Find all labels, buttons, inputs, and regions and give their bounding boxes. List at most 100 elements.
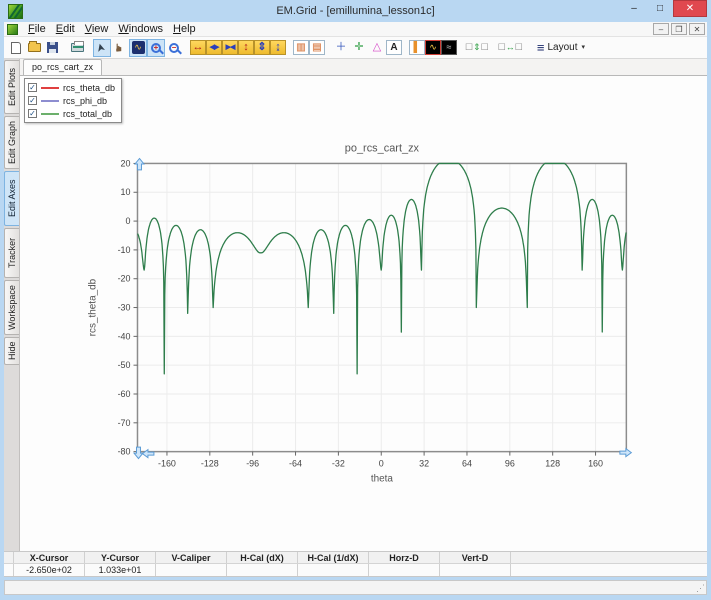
plot-cursor-icon: ▌: [413, 43, 420, 53]
y-tick-label: -50: [118, 360, 131, 370]
chevron-down-icon: ▾: [581, 44, 585, 51]
cursor-col-value: [156, 564, 227, 576]
fit-x-icon: ▶◀: [226, 44, 235, 51]
x-tick-label: -128: [201, 459, 219, 469]
cursor-col-value: [440, 564, 511, 576]
text-tool-icon: A: [390, 43, 397, 53]
rcs-chart[interactable]: -160-128-96-64-32032649612816020100-10-2…: [20, 76, 707, 551]
document-tab-bar: po_rcs_cart_zx: [20, 59, 707, 76]
dark-plot-button[interactable]: ∿: [425, 40, 441, 55]
legend-label: rcs_phi_db: [63, 96, 107, 106]
shrink-y-button[interactable]: ⇕: [254, 40, 270, 55]
dark-multiplot-button[interactable]: ≈: [441, 40, 457, 55]
crosshair-button[interactable]: ＋: [332, 39, 350, 57]
crosshair-icon: ＋: [336, 42, 347, 53]
horizontal-panels-icon: ▤: [312, 43, 321, 53]
axes-tool-icon: ✛: [354, 42, 363, 53]
menu-bar: FileEditViewWindowsHelp –❐✕: [4, 22, 707, 37]
sidebar-tab-tracker[interactable]: Tracker: [4, 228, 19, 278]
menu-help[interactable]: Help: [168, 23, 201, 35]
y-min-handle: [134, 447, 143, 458]
menu-file[interactable]: File: [23, 23, 51, 35]
toolbar-separator: [402, 47, 409, 48]
plot-cursor-button[interactable]: ▌: [409, 40, 425, 55]
menu-edit[interactable]: Edit: [51, 23, 80, 35]
sidebar-tab-workspace[interactable]: Workspace: [4, 280, 19, 335]
angle-tool-button[interactable]: △: [368, 39, 386, 57]
expand-x-button[interactable]: ↔: [190, 40, 206, 55]
legend-line-sample: [41, 100, 59, 102]
cursor-col-header: Vert-D: [440, 552, 511, 563]
axes-tool-button[interactable]: ✛: [350, 39, 368, 57]
document-icon: [7, 24, 18, 35]
mdi-minimize-button[interactable]: –: [653, 23, 669, 35]
save-button[interactable]: [43, 39, 61, 57]
fit-y-icon: ↨: [275, 42, 281, 53]
x-max-handle: [620, 449, 631, 457]
sidebar: Edit Plots Edit Graph Edit Axes Tracker Work…: [4, 59, 20, 551]
fit-y-button[interactable]: ↨: [270, 40, 286, 55]
legend-checkbox[interactable]: ✓: [28, 83, 37, 92]
select-cursor-button[interactable]: ➤: [93, 39, 111, 57]
shrink-x-icon: ◀▶: [210, 44, 219, 51]
menu-windows[interactable]: Windows: [113, 23, 168, 35]
plot-area: ✓rcs_theta_db✓rcs_phi_db✓rcs_total_db -1…: [20, 76, 707, 551]
zoom-in-button[interactable]: +: [147, 39, 165, 57]
zoom-in-icon: +: [151, 43, 161, 53]
vertical-panels-button[interactable]: ▥: [293, 40, 309, 55]
expand-y-button[interactable]: ↕: [238, 40, 254, 55]
cursor-col-value: [369, 564, 440, 576]
resize-grip[interactable]: ⋰: [696, 582, 705, 594]
layout-menu-button[interactable]: ≡Layout▾: [531, 39, 591, 57]
save-icon: [47, 42, 58, 53]
menu-view[interactable]: View: [80, 23, 114, 35]
toolbar-separator: [490, 47, 497, 48]
link-x-axes-button[interactable]: ☐↔☐: [497, 39, 524, 57]
link-y-axes-button[interactable]: ☐⇕☐: [464, 39, 490, 57]
work-area: Edit Plots Edit Graph Edit Axes Tracker Work…: [4, 59, 707, 551]
legend-entry: ✓rcs_theta_db: [28, 81, 115, 94]
expand-y-icon: ↕: [243, 42, 249, 53]
toolbar: ➤☛∿+−↔◀▶▶◀↕⇕↨▥▤＋✛△A▌∿≈☐⇕☐☐↔☐≡Layout▾: [4, 37, 707, 59]
sidebar-tab-edit-graph[interactable]: Edit Graph: [4, 116, 19, 169]
toolbar-separator: [524, 47, 531, 48]
document-tab[interactable]: po_rcs_cart_zx: [23, 59, 102, 75]
mdi-close-button[interactable]: ✕: [689, 23, 705, 35]
sidebar-tab-edit-plots[interactable]: Edit Plots: [4, 60, 19, 114]
toolbar-separator: [86, 47, 93, 48]
print-button[interactable]: [68, 39, 86, 57]
y-tick-label: -60: [118, 389, 131, 399]
zoom-out-button[interactable]: −: [165, 39, 183, 57]
legend-entry: ✓ rcs_total_db: [28, 107, 115, 120]
x-tick-label: 128: [545, 459, 560, 469]
y-tick-label: -10: [118, 245, 131, 255]
legend-checkbox[interactable]: ✓: [28, 96, 37, 105]
cursor-col-header: Y-Cursor: [85, 552, 156, 563]
pan-hand-button[interactable]: ☛: [111, 39, 129, 57]
legend-label: rcs_total_db: [63, 109, 112, 119]
sidebar-tab-edit-axes[interactable]: Edit Axes: [4, 171, 19, 226]
new-file-button[interactable]: [7, 39, 25, 57]
plot-mode-button[interactable]: ∿: [129, 39, 147, 57]
toolbar-separator: [286, 47, 293, 48]
y-tick-label: -30: [118, 303, 131, 313]
horizontal-panels-button[interactable]: ▤: [309, 40, 325, 55]
new-file-icon: [11, 42, 21, 54]
shrink-x-button[interactable]: ◀▶: [206, 40, 222, 55]
y-tick-label: 0: [126, 216, 131, 226]
legend-entry: ✓ rcs_phi_db: [28, 94, 115, 107]
open-file-button[interactable]: [25, 39, 43, 57]
toolbar-separator: [457, 47, 464, 48]
cursor-col-header: V-Caliper: [156, 552, 227, 563]
fit-x-button[interactable]: ▶◀: [222, 40, 238, 55]
dark-plot-icon: ∿: [429, 43, 437, 52]
plot-legend: ✓rcs_theta_db✓rcs_phi_db✓rcs_total_db: [24, 78, 122, 123]
mdi-restore-button[interactable]: ❐: [671, 23, 687, 35]
cursor-col-header: Horz-D: [369, 552, 440, 563]
layout-label: Layout: [547, 43, 577, 53]
legend-checkbox[interactable]: ✓: [28, 109, 37, 118]
text-tool-button[interactable]: A: [386, 40, 402, 55]
zoom-out-icon: −: [169, 43, 179, 53]
window-title: EM.Grid - [emillumina_lesson1c]: [4, 5, 707, 17]
sidebar-tab-hide[interactable]: Hide: [4, 337, 19, 365]
